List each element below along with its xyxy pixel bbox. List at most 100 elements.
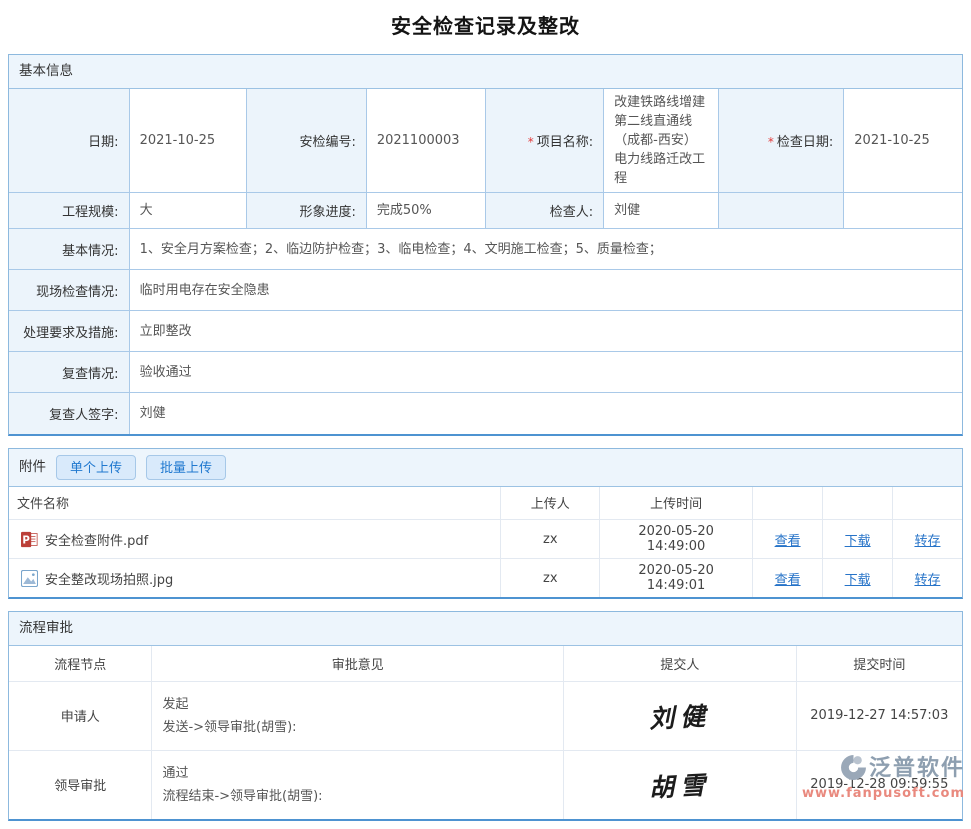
- approval-panel: 流程审批 流程节点 审批意见 提交人 提交时间 申请人 发起 发送->领导审批(…: [8, 611, 963, 821]
- measures-label: 处理要求及措施:: [23, 326, 118, 341]
- date-label: 日期:: [88, 135, 118, 150]
- file-name[interactable]: 安全检查附件.pdf: [45, 530, 148, 549]
- opinion-line2: 流程结束->领导审批(胡雪):: [162, 785, 553, 808]
- inspector-label-cell: 检查人:: [485, 193, 603, 229]
- basic-situation-value: 1、安全月方案检查；2、临边防护检查；3、临电检查；4、文明施工检查；5、质量检…: [129, 229, 962, 270]
- page-title: 安全检查记录及整改: [8, 10, 963, 39]
- inspection-no-value: 2021100003: [366, 89, 485, 193]
- opinion-line1: 发起: [162, 693, 553, 716]
- progress-label-cell: 形象进度:: [246, 193, 366, 229]
- basic-info-row-1: 日期: 2021-10-25 安检编号: 2021100003 *项目名称: 改…: [9, 89, 962, 193]
- inspection-no-label: 安检编号:: [299, 135, 355, 150]
- file-name[interactable]: 安全整改现场拍照.jpg: [45, 569, 173, 588]
- inspector-label: 检查人:: [550, 205, 593, 220]
- attachments-section-title: 附件: [19, 451, 46, 484]
- empty-label-cell: [719, 193, 844, 229]
- node-cell: 领导审批: [9, 750, 152, 819]
- file-name-cell: 安全整改现场拍照.jpg: [9, 559, 501, 598]
- inspection-no-label-cell: 安检编号:: [246, 89, 366, 193]
- approval-header-row: 流程节点 审批意见 提交人 提交时间: [9, 646, 962, 681]
- project-scale-value: 大: [129, 193, 246, 229]
- opinion-column-header: 审批意见: [152, 646, 564, 681]
- file-name-cell: P 安全检查附件.pdf: [9, 520, 501, 559]
- measures-value: 立即整改: [129, 311, 962, 352]
- reviewer-sign-label-cell: 复查人签字:: [9, 393, 129, 434]
- approval-header: 流程审批: [9, 612, 962, 646]
- progress-value: 完成50%: [366, 193, 485, 229]
- batch-upload-button[interactable]: 批量上传: [146, 455, 226, 480]
- opinion-line2: 发送->领导审批(胡雪):: [162, 716, 553, 739]
- empty-value-cell: [844, 193, 962, 229]
- review-value: 验收通过: [129, 352, 962, 393]
- single-upload-button[interactable]: 单个上传: [56, 455, 136, 480]
- submitter-column-header: 提交人: [564, 646, 797, 681]
- attachments-panel: 附件 单个上传 批量上传 文件名称 上传人 上传时间: [8, 448, 963, 600]
- basic-situation-label: 基本情况:: [62, 244, 118, 259]
- attachment-row-pdf: P 安全检查附件.pdf zx 2020-05-20 14:49:00 查看 下…: [9, 520, 962, 559]
- site-check-row: 现场检查情况: 临时用电存在安全隐患: [9, 270, 962, 311]
- approval-table: 流程节点 审批意见 提交人 提交时间 申请人 发起 发送->领导审批(胡雪): …: [9, 646, 962, 819]
- site-check-value: 临时用电存在安全隐患: [129, 270, 962, 311]
- basic-info-panel: 基本信息 日期: 2021-10-25 安检编号: 2021100003 *项目…: [8, 54, 963, 436]
- inspector-value: 刘健: [604, 193, 719, 229]
- node-cell: 申请人: [9, 681, 152, 750]
- measures-label-cell: 处理要求及措施:: [9, 311, 129, 352]
- site-check-label: 现场检查情况:: [36, 285, 118, 300]
- review-row: 复查情况: 验收通过: [9, 352, 962, 393]
- attachments-header: 附件 单个上传 批量上传: [9, 449, 962, 487]
- basic-info-section-title: 基本信息: [19, 55, 73, 88]
- file-name-column-header: 文件名称: [9, 487, 501, 520]
- view-link[interactable]: 查看: [775, 573, 801, 588]
- download-link[interactable]: 下载: [845, 534, 871, 549]
- submit-time-column-header: 提交时间: [796, 646, 962, 681]
- node-column-header: 流程节点: [9, 646, 152, 681]
- project-scale-label: 工程规模:: [62, 205, 118, 220]
- svg-text:P: P: [22, 535, 30, 546]
- progress-label: 形象进度:: [299, 205, 355, 220]
- page: 安全检查记录及整改 基本信息 日期: 2021-10-25 安检编号: 2021…: [0, 0, 971, 829]
- opinion-cell: 通过 流程结束->领导审批(胡雪):: [152, 750, 564, 819]
- transfer-link[interactable]: 转存: [914, 534, 940, 549]
- download-link[interactable]: 下载: [845, 573, 871, 588]
- transfer-link[interactable]: 转存: [914, 573, 940, 588]
- reviewer-sign-row: 复查人签字: 刘健: [9, 393, 962, 434]
- check-date-value: 2021-10-25: [844, 89, 962, 193]
- submitter-signature: 刘健: [648, 696, 712, 735]
- submitter-cell: 刘健: [564, 681, 797, 750]
- submit-time-cell: 2019-12-28 09:59:55: [796, 750, 962, 819]
- date-value: 2021-10-25: [129, 89, 246, 193]
- opinion-cell: 发起 发送->领导审批(胡雪):: [152, 681, 564, 750]
- submitter-signature: 胡雪: [648, 765, 712, 804]
- uploader-column-header: 上传人: [501, 487, 600, 520]
- action-column-header: [752, 487, 823, 520]
- project-name-label: 项目名称:: [537, 135, 593, 150]
- approval-row-applicant: 申请人 发起 发送->领导审批(胡雪): 刘健 2019-12-27 14:57…: [9, 681, 962, 750]
- opinion-line1: 通过: [162, 762, 553, 785]
- submitter-cell: 胡雪: [564, 750, 797, 819]
- attachments-table: 文件名称 上传人 上传时间: [9, 487, 962, 598]
- uploader-cell: zx: [501, 520, 600, 559]
- check-date-label-cell: *检查日期:: [719, 89, 844, 193]
- reviewer-sign-value: 刘健: [129, 393, 962, 434]
- pdf-file-icon: P: [21, 531, 38, 548]
- action-column-header: [892, 487, 962, 520]
- view-link[interactable]: 查看: [775, 534, 801, 549]
- project-name-label-cell: *项目名称:: [485, 89, 603, 193]
- upload-time-column-header: 上传时间: [600, 487, 752, 520]
- attachment-row-image: 安全整改现场拍照.jpg zx 2020-05-20 14:49:01 查看 下…: [9, 559, 962, 598]
- image-file-icon: [21, 570, 38, 587]
- date-label-cell: 日期:: [9, 89, 129, 193]
- basic-situation-row: 基本情况: 1、安全月方案检查；2、临边防护检查；3、临电检查；4、文明施工检查…: [9, 229, 962, 270]
- action-column-header: [823, 487, 893, 520]
- basic-info-header: 基本信息: [9, 55, 962, 89]
- required-marker: *: [528, 135, 534, 149]
- required-marker: *: [768, 135, 774, 149]
- project-scale-label-cell: 工程规模:: [9, 193, 129, 229]
- review-label: 复查情况:: [62, 367, 118, 382]
- approval-row-leader: 领导审批 通过 流程结束->领导审批(胡雪): 胡雪 2019-12-28 09…: [9, 750, 962, 819]
- review-label-cell: 复查情况:: [9, 352, 129, 393]
- project-name-value: 改建铁路线增建第二线直通线（成都-西安）电力线路迁改工程: [604, 89, 719, 193]
- site-check-label-cell: 现场检查情况:: [9, 270, 129, 311]
- upload-time-cell: 2020-05-20 14:49:00: [600, 520, 752, 559]
- basic-info-row-2: 工程规模: 大 形象进度: 完成50% 检查人: 刘健: [9, 193, 962, 229]
